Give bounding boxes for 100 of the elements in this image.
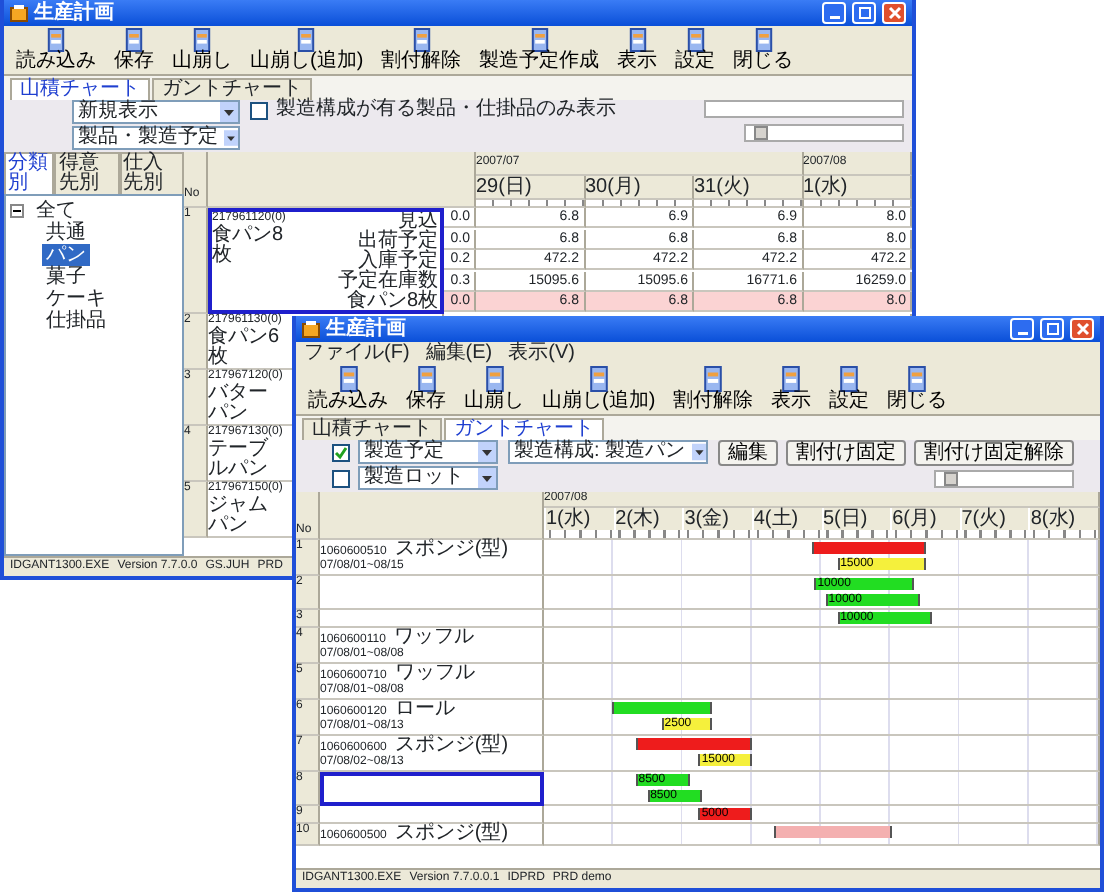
bar-edge[interactable] xyxy=(635,738,638,750)
bar-edge[interactable] xyxy=(923,558,926,570)
toolbar-button[interactable]: 割付解除 xyxy=(381,28,462,72)
toolbar-button[interactable]: 設定 xyxy=(829,366,870,412)
scroll-thumb[interactable] xyxy=(754,126,768,140)
page-icon xyxy=(700,366,727,392)
bar-edge[interactable] xyxy=(750,754,753,766)
page-icon xyxy=(751,28,776,52)
tab[interactable]: 仕入先別 xyxy=(119,152,184,194)
toolbar-button[interactable]: 閉じる xyxy=(887,366,948,412)
tab[interactable]: 得意先別 xyxy=(54,152,120,194)
toolbar-button[interactable]: 山崩し(追加) xyxy=(250,28,364,72)
close-button[interactable] xyxy=(1070,318,1094,340)
bar-edge[interactable] xyxy=(635,774,638,786)
page-icon xyxy=(904,366,931,392)
bar-edge[interactable] xyxy=(811,542,814,554)
tree-item[interactable]: 仕掛品 xyxy=(42,310,110,332)
bar-edge[interactable] xyxy=(698,754,701,766)
collapse-icon[interactable] xyxy=(10,204,24,218)
bar-edge[interactable] xyxy=(837,612,840,624)
product-name: スポンジ(型) xyxy=(394,824,509,844)
range-field[interactable] xyxy=(704,100,904,118)
tab[interactable]: 分類別 xyxy=(4,152,55,194)
menu-item[interactable]: ファイル(F) xyxy=(304,342,410,364)
bar-edge[interactable] xyxy=(750,808,753,820)
menu-item[interactable]: 編集(E) xyxy=(425,342,493,364)
button[interactable]: 編集 xyxy=(718,440,778,466)
page-icon xyxy=(190,28,214,52)
tab[interactable]: ガントチャート xyxy=(152,78,312,100)
bar-edge[interactable] xyxy=(918,594,921,606)
scrollbar[interactable] xyxy=(744,124,904,142)
page-icon xyxy=(625,28,650,52)
product-name: ロール xyxy=(394,700,455,720)
bar-edge[interactable] xyxy=(687,774,690,786)
toolbar-button[interactable]: 割付解除 xyxy=(673,366,754,412)
bar-edge[interactable] xyxy=(814,578,817,590)
tree-item[interactable]: 共通 xyxy=(42,222,90,244)
product-name: 食パン6枚 xyxy=(208,328,280,368)
bar-edge[interactable] xyxy=(750,738,753,750)
bar-edge[interactable] xyxy=(647,790,650,802)
product-name: スポンジ(型) xyxy=(394,736,509,756)
dropdown[interactable]: 製品・製造予定 xyxy=(72,126,240,150)
maximize-button[interactable] xyxy=(1040,318,1064,340)
close-button[interactable] xyxy=(882,2,906,24)
toolbar-button[interactable]: 読み込み xyxy=(16,28,96,72)
page-icon xyxy=(294,28,319,52)
toolbar-button[interactable]: 製造予定作成 xyxy=(479,28,600,72)
scroll-thumb[interactable] xyxy=(944,472,958,486)
check-icon xyxy=(334,445,348,459)
bar-edge[interactable] xyxy=(912,578,915,590)
button[interactable]: 割付け固定解除 xyxy=(914,440,1074,466)
caret-icon xyxy=(478,442,496,462)
tab[interactable]: ガントチャート xyxy=(444,418,604,440)
bar-edge[interactable] xyxy=(929,612,932,624)
button[interactable]: 割付け固定 xyxy=(786,440,906,466)
toolbar-button[interactable]: 山崩し(追加) xyxy=(542,366,656,412)
dropdown[interactable]: 製造予定 xyxy=(358,440,498,464)
tree-item[interactable]: 菓子 xyxy=(42,266,90,288)
bar-edge[interactable] xyxy=(837,558,840,570)
bar-edge[interactable] xyxy=(710,718,713,730)
bar-edge[interactable] xyxy=(661,718,664,730)
checkbox[interactable] xyxy=(250,101,268,119)
toolbar-button[interactable]: 設定 xyxy=(675,28,716,72)
dropdown[interactable]: 新規表示 xyxy=(72,100,240,124)
dropdown[interactable]: 製造構成: 製造パン xyxy=(508,440,708,464)
close-icon[interactable] xyxy=(1075,322,1089,336)
bar-edge[interactable] xyxy=(889,826,892,838)
toolbar-button[interactable]: 山崩し xyxy=(464,366,524,412)
bar-edge[interactable] xyxy=(825,594,828,606)
tab[interactable]: 山積チャート xyxy=(302,418,442,440)
maximize-button[interactable] xyxy=(852,2,876,24)
bar-edge[interactable] xyxy=(710,702,713,714)
maximize-icon[interactable] xyxy=(1045,322,1059,336)
minimize-button[interactable] xyxy=(1010,318,1034,340)
page-icon xyxy=(527,28,552,52)
dropdown[interactable]: 製造ロット xyxy=(358,466,498,490)
page-icon xyxy=(836,366,863,392)
checkbox[interactable] xyxy=(332,469,350,487)
tree-item[interactable]: ケーキ xyxy=(42,288,110,310)
toolbar-button[interactable]: 山崩し xyxy=(172,28,232,72)
tree-item[interactable]: 全て xyxy=(32,200,80,222)
maximize-icon[interactable] xyxy=(857,6,871,20)
menu-item[interactable]: 表示(V) xyxy=(508,342,575,364)
close-icon[interactable] xyxy=(887,6,901,20)
scrollbar[interactable] xyxy=(934,470,1074,488)
product-name: バターパン xyxy=(208,384,270,424)
toolbar-button[interactable]: 読み込み xyxy=(308,366,388,412)
gantt-bar[interactable] xyxy=(613,702,712,714)
toolbar-button[interactable]: 閉じる xyxy=(733,28,794,72)
toolbar-button[interactable]: 保存 xyxy=(406,366,446,412)
tree-item[interactable]: パン xyxy=(42,244,90,266)
minimize-button[interactable] xyxy=(822,2,846,24)
bar-edge[interactable] xyxy=(612,702,615,714)
toolbar-button[interactable]: 表示 xyxy=(771,366,812,412)
checkbox[interactable] xyxy=(332,443,350,461)
tab[interactable]: 山積チャート xyxy=(10,78,150,100)
toolbar-button[interactable]: 保存 xyxy=(114,28,154,72)
bar-edge[interactable] xyxy=(699,790,702,802)
toolbar-button[interactable]: 表示 xyxy=(617,28,658,72)
product-name: 食パン8枚 xyxy=(212,226,284,266)
